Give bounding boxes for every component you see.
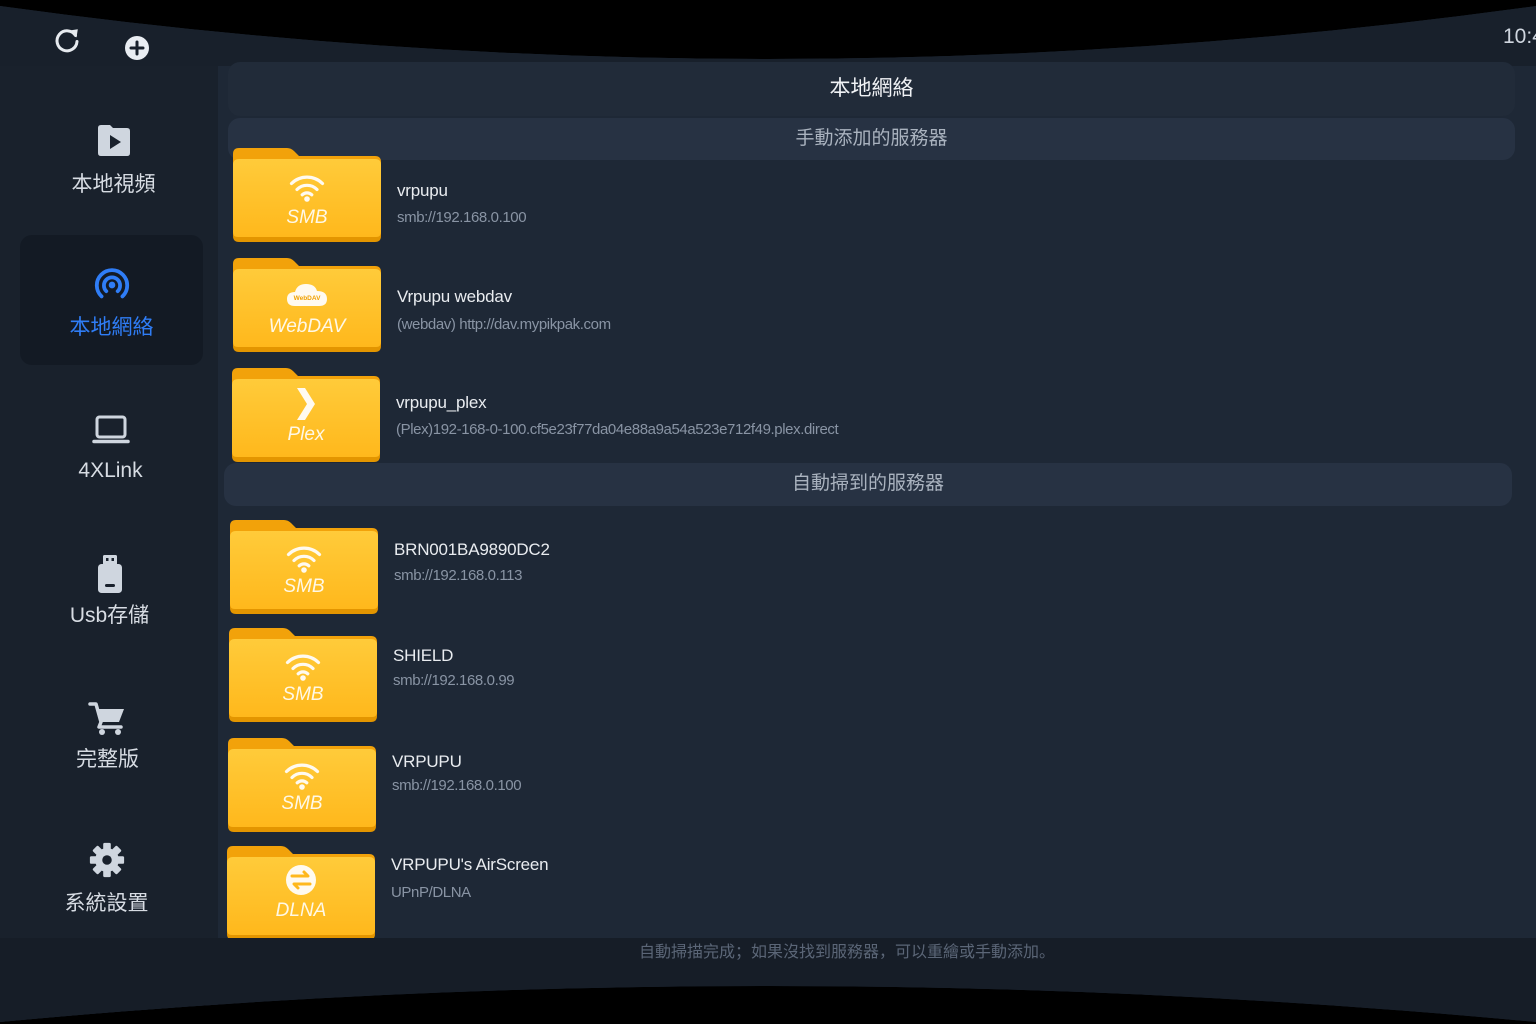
add-circle-icon — [123, 34, 151, 62]
add-server-button[interactable] — [123, 34, 151, 62]
vr-panel: 10:4 本地視頻 本地網絡 4XLink — [0, 0, 1536, 1024]
sidebar-item-4xlink[interactable]: 4XLink — [19, 385, 202, 510]
cart-icon — [88, 700, 128, 736]
sidebar-item-label: 完整版 — [76, 748, 139, 771]
sidebar-item-label: 系統設置 — [64, 892, 149, 915]
server-row[interactable]: Plex vrpupu_plex (Plex)192-168-0-100.cf5… — [232, 368, 1502, 462]
smb-folder-icon: SMB — [229, 628, 377, 722]
server-row[interactable]: SMB BRN001BA9890DC2 smb://192.168.0.113 — [230, 520, 1500, 614]
smb-folder-icon: SMB — [230, 520, 378, 614]
top-bar: 10:4 — [0, 0, 1536, 66]
refresh-button[interactable] — [53, 26, 81, 54]
status-footer: 自動掃描完成；如果沒找到服務器，可以重繪或手動添加。 — [0, 938, 1536, 1024]
server-row[interactable]: SMB SHIELD smb://192.168.0.99 — [229, 628, 1499, 722]
wifi-icon — [289, 172, 325, 202]
sidebar-item-local-network[interactable]: 本地網絡 — [20, 235, 203, 365]
protocol-label: Plex — [287, 424, 325, 445]
sidebar-item-settings[interactable]: 系統設置 — [15, 815, 198, 940]
section-header-auto: 自動掃到的服務器 — [224, 463, 1512, 506]
server-name: VRPUPU — [392, 752, 462, 771]
server-name: Vrpupu webdav — [397, 287, 512, 306]
protocol-label: SMB — [282, 684, 324, 705]
dlna-icon — [284, 863, 318, 897]
page-title: 本地網絡 — [829, 77, 914, 100]
server-name: SHIELD — [393, 646, 454, 665]
server-row[interactable]: WebDAV WebDAV Vrpupu webdav (webdav) htt… — [233, 258, 1503, 352]
sidebar-item-label: 本地網絡 — [69, 316, 154, 339]
protocol-label: SMB — [281, 793, 323, 814]
sidebar-item-label: 4XLink — [78, 459, 143, 482]
sidebar-item-local-video[interactable]: 本地視頻 — [22, 100, 205, 225]
page-title-bar: 本地網絡 — [228, 62, 1515, 116]
section-header-text: 自動掃到的服務器 — [791, 473, 944, 494]
server-address: smb://192.168.0.100 — [392, 777, 522, 794]
scan-status-message: 自動掃描完成；如果沒找到服務器，可以重繪或手動添加。 — [638, 944, 1055, 961]
gear-icon — [88, 841, 126, 879]
server-address: (webdav) http://dav.mypikpak.com — [397, 316, 611, 333]
protocol-label: WebDAV — [268, 316, 346, 337]
wifi-icon — [284, 760, 320, 790]
protocol-label: SMB — [283, 576, 325, 597]
clock: 10:4 — [1503, 24, 1536, 52]
cloud-icon: WebDAV — [285, 280, 329, 308]
server-name: VRPUPU's AirScreen — [391, 855, 549, 874]
usb-drive-icon — [95, 554, 125, 594]
server-address: smb://192.168.0.100 — [397, 209, 527, 226]
server-name: vrpupu_plex — [396, 393, 487, 412]
sidebar-item-usb-storage[interactable]: Usb存儲 — [18, 527, 201, 652]
server-address: (Plex)192-168-0-100.cf5e23f77da04e88a9a5… — [396, 421, 839, 438]
clock-text: 10:4 — [1503, 25, 1533, 48]
server-row[interactable]: DLNA VRPUPU's AirScreen UPnP/DLNA — [227, 846, 1497, 940]
protocol-label: DLNA — [275, 900, 327, 921]
laptop-icon — [92, 415, 130, 445]
refresh-icon — [53, 26, 81, 54]
wifi-icon — [286, 543, 322, 573]
dlna-folder-icon: DLNA — [227, 846, 375, 940]
wifi-icon — [285, 651, 321, 681]
smb-folder-icon: SMB — [233, 148, 381, 242]
sidebar-item-full-version[interactable]: 完整版 — [16, 672, 199, 797]
plex-folder-icon: Plex — [232, 368, 380, 462]
server-address: UPnP/DLNA — [391, 884, 471, 901]
webdav-folder-icon: WebDAV WebDAV — [233, 258, 381, 352]
sidebar-item-label: Usb存儲 — [69, 604, 150, 627]
network-icon — [93, 266, 131, 304]
server-name: vrpupu — [397, 181, 448, 200]
smb-folder-icon: SMB — [228, 738, 376, 832]
protocol-label: SMB — [286, 207, 328, 228]
sidebar-item-label: 本地視頻 — [71, 173, 156, 196]
plex-chevron-icon — [295, 387, 317, 421]
play-folder-icon — [96, 123, 132, 157]
server-name: BRN001BA9890DC2 — [394, 540, 550, 559]
webdav-logo-text: WebDAV — [294, 295, 322, 302]
server-address: smb://192.168.0.99 — [393, 672, 515, 689]
server-row[interactable]: SMB VRPUPU smb://192.168.0.100 — [228, 738, 1498, 832]
server-row[interactable]: SMB vrpupu smb://192.168.0.100 — [233, 148, 1503, 242]
server-address: smb://192.168.0.113 — [394, 567, 523, 584]
